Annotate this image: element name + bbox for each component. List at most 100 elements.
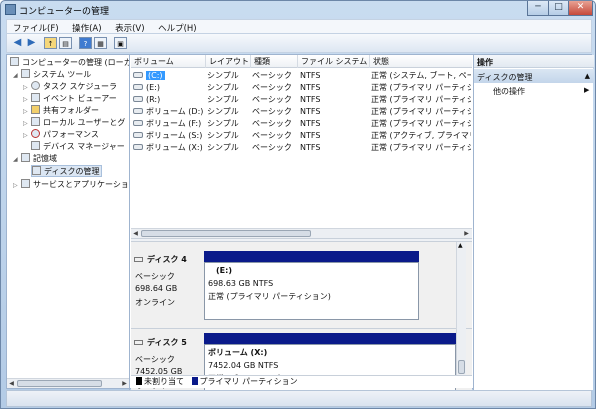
collapse-triangle-icon[interactable]: ◢ <box>13 70 21 82</box>
collapse-triangle-icon[interactable]: ◢ <box>13 154 21 166</box>
properties-button[interactable]: ▦ <box>94 37 107 49</box>
partition-bar <box>204 333 456 344</box>
storage-icon <box>21 153 30 162</box>
partition-e[interactable]: (E:) 698.63 GB NTFS 正常 (プライマリ パーティション) <box>204 262 419 320</box>
column-layout[interactable]: レイアウト <box>206 55 251 68</box>
drive-icon <box>133 84 143 90</box>
cell-layout: シンプル <box>207 142 251 154</box>
menu-view[interactable]: 表示(V) <box>109 20 149 34</box>
cell-volume-text: ボリューム (X:) <box>146 143 203 152</box>
actions-pane: 操作 ディスクの管理 ▲ 他の操作 ▶ <box>473 55 594 390</box>
expand-triangle-icon[interactable]: ▷ <box>13 180 21 192</box>
cell-file-system-text: NTFS <box>300 95 321 104</box>
minimize-button[interactable]: ─ <box>527 1 549 16</box>
cell-volume-text: ボリューム (D:) <box>146 107 204 116</box>
partition-detail: 698.63 GB NTFS <box>208 279 274 288</box>
cell-volume: ボリューム (F:) <box>133 118 205 130</box>
scroll-right-icon[interactable]: ▶ <box>120 379 129 388</box>
table-row[interactable]: ボリューム (X:) シンプル ベーシック NTFS 正常 (プライマリ パーティシ <box>131 142 472 154</box>
tree-item-shared-folders[interactable]: ▷ 共有フォルダー <box>23 105 99 117</box>
scroll-left-icon[interactable]: ◀ <box>131 229 140 238</box>
cell-layout-text: シンプル <box>207 71 239 80</box>
tree-item-task-scheduler[interactable]: ▷ タスク スケジューラ <box>23 81 117 93</box>
cell-volume: (R:) <box>133 94 205 106</box>
column-status[interactable]: 状態 <box>370 55 472 68</box>
title-bar[interactable]: コンピューターの管理 ─ □ ✕ <box>1 1 595 19</box>
scroll-thumb[interactable] <box>141 230 311 237</box>
disk-view: ディスク 4 ベーシック 698.64 GB オンライン (E:) 698.63… <box>131 242 472 390</box>
table-row[interactable]: ボリューム (D:) シンプル ベーシック NTFS 正常 (プライマリ パーティシ <box>131 106 472 118</box>
unallocated-swatch <box>136 377 142 385</box>
tree-item-services[interactable]: ▷ サービスとアプリケーショ <box>13 179 129 191</box>
scroll-thumb[interactable] <box>458 360 465 374</box>
cell-layout-text: シンプル <box>207 107 239 116</box>
cell-volume: ボリューム (D:) <box>133 106 205 118</box>
scroll-thumb[interactable] <box>17 380 102 387</box>
help-button[interactable]: ? <box>79 37 92 49</box>
table-row[interactable]: ボリューム (S:) シンプル ベーシック NTFS 正常 (アクティブ, プライマリ <box>131 130 472 142</box>
show-hide-tree-button[interactable]: ▤ <box>59 37 72 49</box>
folder-up-button[interactable]: ↑ <box>44 37 57 49</box>
menu-help[interactable]: ヘルプ(H) <box>152 20 202 34</box>
table-row[interactable]: (R:) シンプル ベーシック NTFS 正常 (プライマリ パーティシ <box>131 94 472 106</box>
expand-triangle-icon[interactable]: ▷ <box>23 130 31 142</box>
users-icon <box>31 117 40 126</box>
menu-file[interactable]: ファイル(F) <box>7 20 64 34</box>
disk-size: 698.64 GB <box>135 284 178 293</box>
disk-kind: ベーシック <box>135 355 175 364</box>
status-bar <box>6 390 592 407</box>
table-row[interactable]: (E:) シンプル ベーシック NTFS 正常 (プライマリ パーティシ <box>131 82 472 94</box>
tree-item-local-users[interactable]: ▷ ローカル ユーザーとグ <box>23 117 125 129</box>
scroll-left-icon[interactable]: ◀ <box>7 379 16 388</box>
forward-button[interactable]: ▶ <box>25 37 38 49</box>
cell-status: 正常 (システム, ブート, ペー <box>371 70 471 82</box>
tree-item-device-manager[interactable]: デバイス マネージャー <box>31 141 125 153</box>
tree-item-root[interactable]: コンピューターの管理 (ローカ <box>10 57 129 69</box>
cell-file-system: NTFS <box>300 106 370 118</box>
cell-type-text: ベーシック <box>252 95 292 104</box>
tree-horizontal-scrollbar[interactable]: ◀ ▶ <box>7 378 129 388</box>
disk-vertical-scrollbar[interactable]: ▲ ▼ <box>456 242 466 388</box>
properties-icon: ▦ <box>97 40 104 48</box>
scroll-up-icon[interactable]: ▲ <box>458 242 463 249</box>
partition-status: 正常 (プライマリ パーティション) <box>208 292 331 301</box>
table-row[interactable]: (C:) シンプル ベーシック NTFS 正常 (システム, ブート, ペー <box>131 70 472 82</box>
tree-item-performance[interactable]: ▷ パフォーマンス <box>23 129 99 141</box>
submenu-arrow-icon[interactable]: ▶ <box>584 86 589 94</box>
volume-list: ボリューム レイアウト 種類 ファイル システム 状態 (C:) シンプル ベーシッ… <box>131 55 472 238</box>
cell-layout-text: シンプル <box>207 83 239 92</box>
cell-file-system-text: NTFS <box>300 83 321 92</box>
cell-status-text: 正常 (プライマリ パーティシ <box>371 143 471 152</box>
menu-action[interactable]: 操作(A) <box>66 20 106 34</box>
disk-kind: ベーシック <box>135 272 175 281</box>
tree-item-system-tools[interactable]: ◢ システム ツール <box>13 69 91 81</box>
performance-icon <box>31 129 40 138</box>
tree-item-event-viewer[interactable]: ▷ イベント ビューアー <box>23 93 117 105</box>
maximize-button[interactable]: □ <box>548 1 569 16</box>
list-horizontal-scrollbar[interactable]: ◀ ▶ <box>131 228 472 238</box>
volume-list-header: ボリューム レイアウト 種類 ファイル システム 状態 <box>131 55 472 68</box>
close-button[interactable]: ✕ <box>568 1 593 16</box>
cell-file-system: NTFS <box>300 94 370 106</box>
computer-management-icon <box>5 4 16 15</box>
cell-type-text: ベーシック <box>252 131 292 140</box>
column-type[interactable]: 種類 <box>251 55 298 68</box>
scroll-right-icon[interactable]: ▶ <box>462 229 471 238</box>
table-row[interactable]: ボリューム (F:) シンプル ベーシック NTFS 正常 (プライマリ パーティシ <box>131 118 472 130</box>
column-volume[interactable]: ボリューム <box>131 55 206 68</box>
back-button[interactable]: ◀ <box>11 37 24 49</box>
column-file-system[interactable]: ファイル システム <box>298 55 370 68</box>
cell-status: 正常 (プライマリ パーティシ <box>371 82 471 94</box>
disk-settings-button[interactable]: ▣ <box>114 37 127 49</box>
actions-section-disk-management[interactable]: ディスクの管理 ▲ <box>474 69 594 83</box>
tree-item-disk-management[interactable]: ディスクの管理 <box>31 165 103 177</box>
cell-file-system: NTFS <box>300 130 370 142</box>
device-manager-icon <box>31 141 40 150</box>
partition-title: (E:) <box>216 266 232 275</box>
cell-type: ベーシック <box>252 106 298 118</box>
more-actions[interactable]: 他の操作 <box>493 86 525 97</box>
disk-4-info[interactable]: ディスク 4 ベーシック 698.64 GB オンライン <box>131 250 201 310</box>
cell-type-text: ベーシック <box>252 83 292 92</box>
tree-item-storage[interactable]: ◢ 記憶域 <box>13 153 57 165</box>
collapse-arrow-icon[interactable]: ▲ <box>585 72 590 80</box>
